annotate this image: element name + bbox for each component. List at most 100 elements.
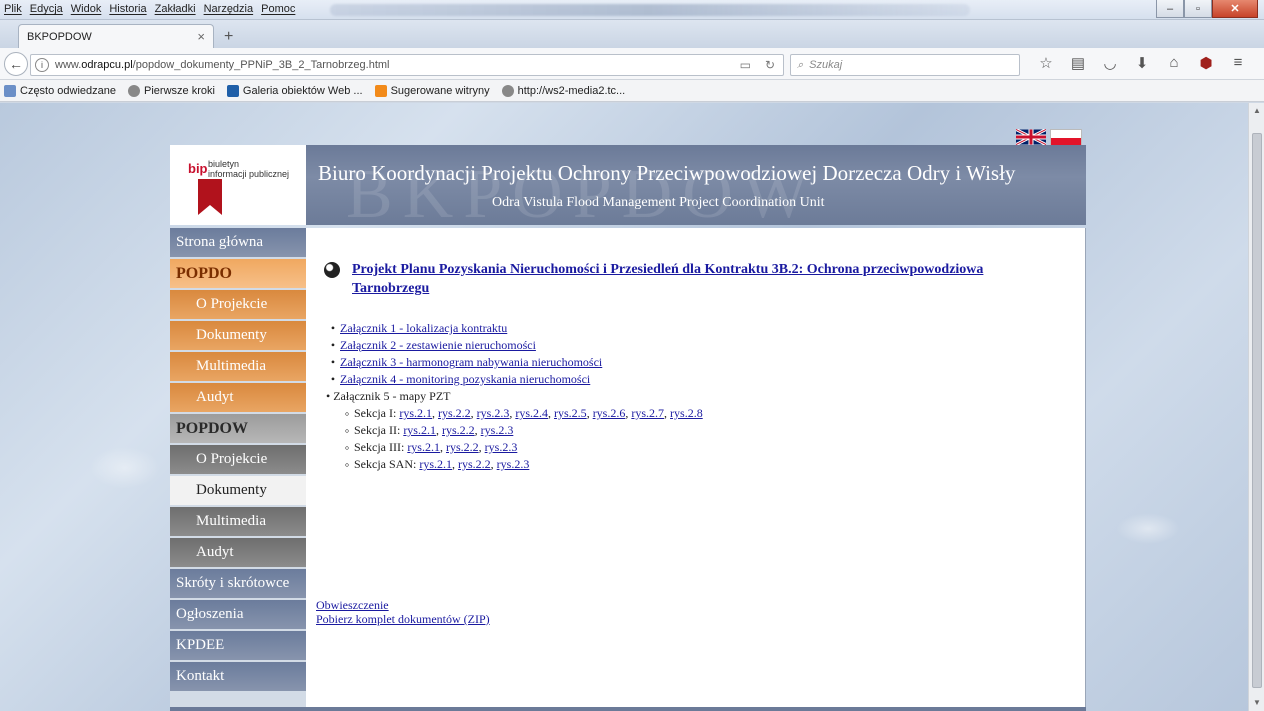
section-item: Sekcja SAN: rys.2.1, rys.2.2, rys.2.3	[340, 456, 703, 473]
title-blur	[330, 4, 970, 16]
menu-historia[interactable]: Historia	[109, 3, 146, 15]
section-list: Sekcja I: rys.2.1, rys.2.2, rys.2.3, rys…	[326, 405, 703, 473]
attachment-4-link[interactable]: Załącznik 4 - monitoring pozyskania nier…	[340, 371, 590, 388]
bip-logo-caption: biuletyn informacji publicznej	[208, 159, 289, 179]
nav-popdo-o-projekcie[interactable]: O Projekcie	[170, 290, 306, 319]
drawing-link[interactable]: rys.2.1	[407, 439, 440, 456]
drawing-link[interactable]: rys.2.1	[403, 422, 436, 439]
drawing-link[interactable]: rys.2.6	[593, 405, 626, 422]
navigation-bar: ← i www.odrapcu.pl/popdow_dokumenty_PPNi…	[0, 48, 1264, 80]
nav-ogloszenia[interactable]: Ogłoszenia	[170, 600, 306, 629]
nav-popdo[interactable]: POPDO	[170, 259, 306, 288]
drawing-link[interactable]: rys.2.2	[442, 422, 475, 439]
url-text[interactable]: www.odrapcu.pl/popdow_dokumenty_PPNiP_3B…	[55, 59, 740, 71]
tab-bkpopdow[interactable]: BKPOPDOW ×	[18, 24, 214, 48]
bookmarks-bar: Często odwiedzane Pierwsze kroki Galeria…	[0, 80, 1264, 102]
address-bar[interactable]: i www.odrapcu.pl/popdow_dokumenty_PPNiP_…	[30, 54, 784, 76]
nav-popdo-dokumenty[interactable]: Dokumenty	[170, 321, 306, 350]
nav-kpdee[interactable]: KPDEE	[170, 631, 306, 660]
reload-icon[interactable]: ↻	[765, 58, 775, 72]
attachment-1-link[interactable]: Załącznik 1 - lokalizacja kontraktu	[340, 320, 507, 337]
menu-plik[interactable]: Plik	[4, 3, 22, 15]
bookmark-label: Pierwsze kroki	[144, 84, 215, 97]
drawing-link[interactable]: rys.2.5	[554, 405, 587, 422]
maximize-button[interactable]: ▫	[1184, 0, 1212, 18]
scroll-up-icon[interactable]: ▲	[1249, 103, 1264, 119]
menu-widok[interactable]: Widok	[71, 3, 102, 15]
window-titlebar: Plik Edycja Widok Historia Zakładki Narz…	[0, 0, 1264, 20]
bookmark-label: Sugerowane witryny	[390, 84, 490, 97]
section-item: Sekcja II: rys.2.1, rys.2.2, rys.2.3	[340, 422, 703, 439]
nav-popdow-audyt[interactable]: Audyt	[170, 538, 306, 567]
header-banner: BKPOPDOW Biuro Koordynacji Projektu Ochr…	[306, 145, 1086, 225]
drawing-link[interactable]: rys.2.1	[419, 456, 452, 473]
document-title-link[interactable]: Projekt Planu Pozyskania Nieruchomości i…	[352, 260, 1044, 298]
back-button[interactable]: ←	[4, 52, 28, 76]
drawing-link[interactable]: rys.2.3	[481, 422, 514, 439]
page-viewport: bip biuletyn informacji publicznej BKPOPD…	[0, 103, 1248, 711]
nav-popdo-audyt[interactable]: Audyt	[170, 383, 306, 412]
bip-logo[interactable]: bip biuletyn informacji publicznej	[170, 145, 306, 225]
section-label: Sekcja SAN:	[354, 457, 420, 471]
tab-bar: BKPOPDOW × +	[0, 20, 1264, 48]
menu-icon[interactable]: ≡	[1222, 54, 1254, 72]
drawing-link[interactable]: rys.2.8	[670, 405, 703, 422]
drawing-link[interactable]: rys.2.2	[458, 456, 491, 473]
scroll-down-icon[interactable]: ▼	[1249, 695, 1264, 711]
tab-close-icon[interactable]: ×	[197, 29, 205, 44]
bookmark-folder-icon	[4, 84, 16, 97]
nav-skroty[interactable]: Skróty i skrótowce	[170, 569, 306, 598]
home-icon[interactable]: ⌂	[1158, 54, 1190, 72]
nav-popdow-multimedia[interactable]: Multimedia	[170, 507, 306, 536]
list-item: Załącznik 1 - lokalizacja kontraktu	[326, 320, 703, 337]
attachment-3-link[interactable]: Załącznik 3 - harmonogram nabywania nier…	[340, 354, 602, 371]
nav-home[interactable]: Strona główna	[170, 228, 306, 257]
bookmark-item[interactable]: Pierwsze kroki	[128, 84, 215, 97]
minimize-button[interactable]: ‒	[1156, 0, 1184, 18]
reading-list-icon[interactable]: ▤	[1062, 54, 1094, 72]
drawing-link[interactable]: rys.2.3	[485, 439, 518, 456]
bookmark-item[interactable]: Często odwiedzane	[4, 84, 116, 97]
nav-kontakt[interactable]: Kontakt	[170, 662, 306, 691]
bookmark-item[interactable]: http://ws2-media2.tc...	[501, 84, 626, 97]
close-window-button[interactable]: ✕	[1212, 0, 1258, 18]
drawing-link[interactable]: rys.2.1	[399, 405, 432, 422]
drawing-link[interactable]: rys.2.4	[515, 405, 548, 422]
nav-popdow[interactable]: POPDOW	[170, 414, 306, 443]
vertical-scrollbar[interactable]: ▲ ▼	[1248, 103, 1264, 711]
suggested-sites-icon	[374, 84, 387, 97]
english-flag-icon[interactable]	[1016, 129, 1046, 145]
nav-popdow-dokumenty[interactable]: Dokumenty	[170, 476, 306, 505]
new-tab-button[interactable]: +	[224, 28, 233, 46]
drawing-link[interactable]: rys.2.3	[477, 405, 510, 422]
list-item: Załącznik 2 - zestawienie nieruchomości	[326, 337, 703, 354]
attachment-2-link[interactable]: Załącznik 2 - zestawienie nieruchomości	[340, 337, 536, 354]
drawing-link[interactable]: rys.2.2	[438, 405, 471, 422]
info-icon[interactable]: i	[35, 58, 49, 72]
pocket-icon[interactable]: ◡	[1094, 54, 1126, 72]
nav-popdo-multimedia[interactable]: Multimedia	[170, 352, 306, 381]
search-input[interactable]: ⌕ Szukaj	[790, 54, 1020, 76]
bookmark-label: http://ws2-media2.tc...	[517, 84, 626, 97]
menu-narzedzia[interactable]: Narzędzia	[204, 3, 254, 15]
menu-edycja[interactable]: Edycja	[30, 3, 63, 15]
scrollbar-thumb[interactable]	[1252, 133, 1262, 688]
bookmark-item[interactable]: Galeria obiektów Web ...	[226, 84, 363, 97]
nav-popdow-o-projekcie[interactable]: O Projekcie	[170, 445, 306, 474]
bookmark-item[interactable]: Sugerowane witryny	[374, 84, 490, 97]
ublock-icon[interactable]: ⬢	[1190, 54, 1222, 72]
menu-bar: Plik Edycja Widok Historia Zakładki Narz…	[4, 3, 295, 15]
notice-link[interactable]: Obwieszczenie	[316, 598, 490, 612]
section-label: Sekcja II:	[354, 423, 404, 437]
reader-view-icon[interactable]: ▭	[740, 58, 751, 72]
tab-title: BKPOPDOW	[27, 30, 92, 43]
menu-zakladki[interactable]: Zakładki	[155, 3, 196, 15]
star-icon[interactable]: ☆	[1030, 54, 1062, 72]
zip-download-link[interactable]: Pobierz komplet dokumentów (ZIP)	[316, 612, 490, 626]
drawing-link[interactable]: rys.2.2	[446, 439, 479, 456]
download-icon[interactable]: ⬇	[1126, 54, 1158, 72]
drawing-link[interactable]: rys.2.3	[497, 456, 530, 473]
attachment-list: Załącznik 1 - lokalizacja kontraktu Załą…	[326, 320, 703, 473]
drawing-link[interactable]: rys.2.7	[631, 405, 664, 422]
menu-pomoc[interactable]: Pomoc	[261, 3, 295, 15]
